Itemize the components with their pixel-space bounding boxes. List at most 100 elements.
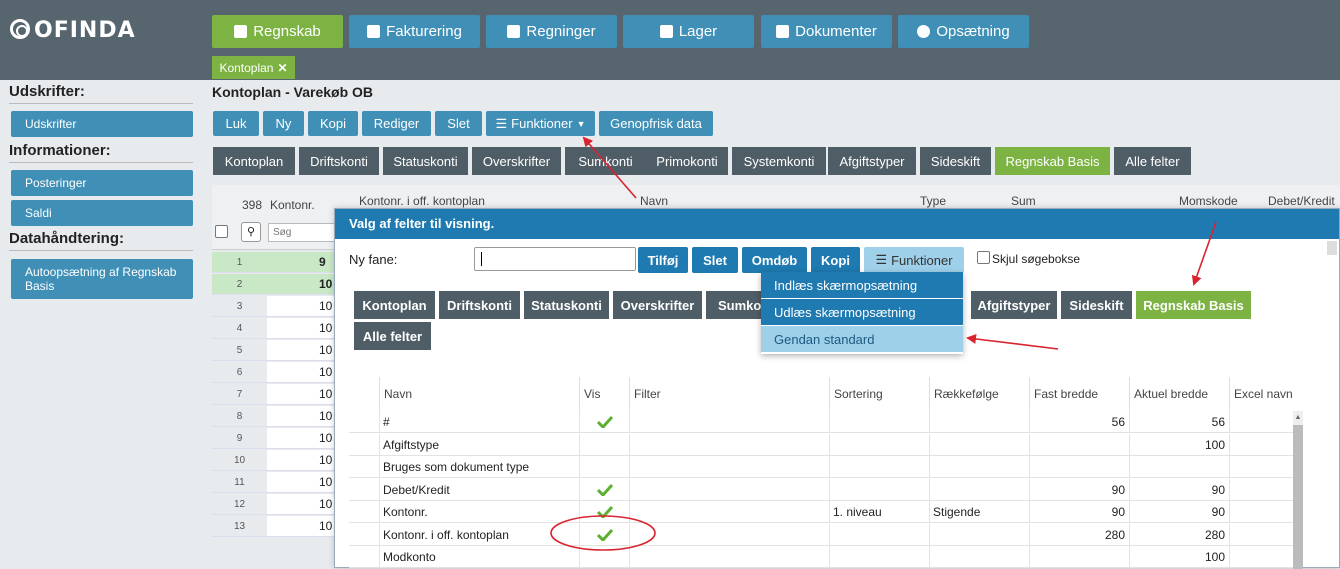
field-row[interactable]: Afgiftstype 100 xyxy=(349,433,1293,456)
open-tab-kontoplan[interactable]: Kontoplan ✕ xyxy=(212,56,295,79)
tab-sumkonti[interactable]: Sumkonti xyxy=(565,147,646,175)
modal-tab-sumkonti[interactable]: Sumkonti xyxy=(706,291,761,319)
nav-regnskab[interactable]: Regnskab xyxy=(212,15,343,48)
scrollbar-thumb[interactable] xyxy=(1293,425,1303,569)
grid-row-kontonr[interactable]: 10 xyxy=(267,384,335,405)
menu-item-udlaes[interactable]: Udlæs skærmopsætning xyxy=(761,299,963,326)
funktioner-button[interactable]: ☰ Funktioner ▼ xyxy=(486,111,595,136)
col-excel-navn[interactable]: Excel navn xyxy=(1229,377,1293,411)
col-vis[interactable]: Vis xyxy=(579,377,629,411)
ofinda-logo[interactable]: OFINDA xyxy=(10,18,136,43)
tab-systemkonti[interactable]: Systemkonti xyxy=(732,147,826,175)
grid-row-kontonr[interactable]: 10 xyxy=(267,318,335,339)
modal-tab-regnskab-basis[interactable]: Regnskab Basis xyxy=(1136,291,1251,319)
tab-driftskonti[interactable]: Driftskonti xyxy=(299,147,379,175)
menu-item-indlaes[interactable]: Indlæs skærmopsætning xyxy=(761,272,963,299)
new-tab-input[interactable] xyxy=(474,247,636,271)
vis-cell[interactable] xyxy=(579,478,629,501)
col-header-type[interactable]: Type xyxy=(920,194,946,208)
grid-row-kontonr[interactable]: 10 xyxy=(267,450,335,471)
modal-tab-afgiftstyper[interactable]: Afgiftstyper xyxy=(971,291,1057,319)
col-header-momskode[interactable]: Momskode xyxy=(1179,194,1238,208)
modal-tab-alle-felter[interactable]: Alle felter xyxy=(354,322,431,350)
grid-row-kontonr[interactable]: 10 xyxy=(267,494,335,515)
hide-search-checkbox[interactable] xyxy=(977,251,990,264)
tab-overskrifter[interactable]: Overskrifter xyxy=(472,147,561,175)
field-row[interactable]: Kontonr. 1. niveau Stigende 90 90 xyxy=(349,501,1293,523)
vis-cell[interactable] xyxy=(579,456,629,478)
col-fast-bredde[interactable]: Fast bredde xyxy=(1029,377,1129,411)
nav-fakturering[interactable]: Fakturering xyxy=(349,15,480,48)
modal-tab-statuskonti[interactable]: Statuskonti xyxy=(524,291,609,319)
grid-row-kontonr[interactable]: 9 xyxy=(267,252,335,273)
vis-cell[interactable] xyxy=(579,546,629,568)
sortering-cell xyxy=(829,523,929,546)
vis-cell[interactable] xyxy=(579,501,629,523)
nav-lager[interactable]: Lager xyxy=(623,15,754,48)
grid-row-kontonr[interactable]: 10 xyxy=(267,340,335,361)
sidebar-btn-saldi[interactable]: Saldi xyxy=(11,200,193,226)
binoculars-icon[interactable]: ⚲ xyxy=(241,222,261,242)
tab-sideskift[interactable]: Sideskift xyxy=(920,147,991,175)
grid-row-kontonr[interactable]: 10 xyxy=(267,274,335,295)
field-row[interactable]: Kontonr. i off. kontoplan 280 280 xyxy=(349,523,1293,546)
omdoeb-button[interactable]: Omdøb xyxy=(742,247,807,273)
tab-alle-felter[interactable]: Alle felter xyxy=(1114,147,1191,175)
grid-row-kontonr[interactable]: 10 xyxy=(267,516,335,537)
vis-cell[interactable] xyxy=(579,523,629,546)
col-sortering[interactable]: Sortering xyxy=(829,377,929,411)
tab-afgiftstyper[interactable]: Afgiftstyper xyxy=(828,147,916,175)
col-filter[interactable]: Filter xyxy=(629,377,829,411)
tab-statuskonti[interactable]: Statuskonti xyxy=(383,147,468,175)
field-row[interactable]: Debet/Kredit 90 90 xyxy=(349,478,1293,501)
nav-dokumenter[interactable]: Dokumenter xyxy=(761,15,892,48)
field-row[interactable]: Modkonto 100 xyxy=(349,546,1293,568)
ny-button[interactable]: Ny xyxy=(263,111,304,136)
col-header-sum[interactable]: Sum xyxy=(1011,194,1036,208)
modal-tab-overskrifter[interactable]: Overskrifter xyxy=(613,291,702,319)
modal-tab-kontoplan[interactable]: Kontoplan xyxy=(354,291,435,319)
vis-cell[interactable] xyxy=(579,433,629,456)
rediger-button[interactable]: Rediger xyxy=(362,111,431,136)
modal-funktioner-button[interactable]: ☰ Funktioner xyxy=(864,247,964,273)
close-icon[interactable]: ✕ xyxy=(277,61,287,75)
scroll-up-arrow[interactable]: ▲ xyxy=(1293,411,1303,425)
kopi-button[interactable]: Kopi xyxy=(308,111,358,136)
modal-tab-sideskift[interactable]: Sideskift xyxy=(1061,291,1132,319)
col-header-kontonr[interactable]: Kontonr. xyxy=(270,198,315,212)
nav-opsaetning[interactable]: Opsætning xyxy=(898,15,1029,48)
menu-item-gendan-standard[interactable]: Gendan standard xyxy=(761,326,963,353)
col-raekkefoelge[interactable]: Rækkefølge xyxy=(929,377,1029,411)
field-row[interactable]: Bruges som dokument type xyxy=(349,456,1293,478)
sidebar-btn-posteringer[interactable]: Posteringer xyxy=(11,170,193,196)
grid-row-kontonr[interactable]: 10 xyxy=(267,472,335,493)
tab-primokonti[interactable]: Primokonti xyxy=(646,147,728,175)
tab-kontoplan[interactable]: Kontoplan xyxy=(213,147,295,175)
modal-kopi-button[interactable]: Kopi xyxy=(811,247,860,273)
slet-button[interactable]: Slet xyxy=(435,111,482,136)
genopfrisk-button[interactable]: Genopfrisk data xyxy=(599,111,713,136)
grid-row-kontonr[interactable]: 10 xyxy=(267,362,335,383)
vis-cell[interactable] xyxy=(579,411,629,433)
col-header-off-kontoplan[interactable]: Kontonr. i off. kontoplan xyxy=(359,194,485,208)
col-aktuel-bredde[interactable]: Aktuel bredde xyxy=(1129,377,1229,411)
grid-row-kontonr[interactable]: 10 xyxy=(267,406,335,427)
tilfoej-button[interactable]: Tilføj xyxy=(638,247,688,273)
sidebar-btn-autoopsaetning[interactable]: Autoopsætning af Regnskab Basis xyxy=(11,259,193,299)
col-navn[interactable]: Navn xyxy=(379,377,579,411)
col-header-debet-kredit[interactable]: Debet/Kredit xyxy=(1268,194,1335,208)
sidebar-btn-udskrifter[interactable]: Udskrifter xyxy=(11,111,193,137)
aktuel-bredde-cell: 90 xyxy=(1129,478,1229,501)
luk-button[interactable]: Luk xyxy=(213,111,259,136)
modal-slet-button[interactable]: Slet xyxy=(692,247,738,273)
field-row[interactable]: #56 56 xyxy=(349,411,1293,433)
modal-tab-driftskonti[interactable]: Driftskonti xyxy=(439,291,520,319)
nav-regninger[interactable]: Regninger xyxy=(486,15,617,48)
grid-row-kontonr[interactable]: 10 xyxy=(267,296,335,317)
kontonr-search-input[interactable] xyxy=(268,223,338,242)
col-header-navn[interactable]: Navn xyxy=(640,194,668,208)
grid-row-kontonr[interactable]: 10 xyxy=(267,428,335,449)
dialog-scrollbar[interactable] xyxy=(1327,241,1337,255)
select-all-checkbox[interactable] xyxy=(215,225,228,238)
tab-regnskab-basis[interactable]: Regnskab Basis xyxy=(995,147,1110,175)
